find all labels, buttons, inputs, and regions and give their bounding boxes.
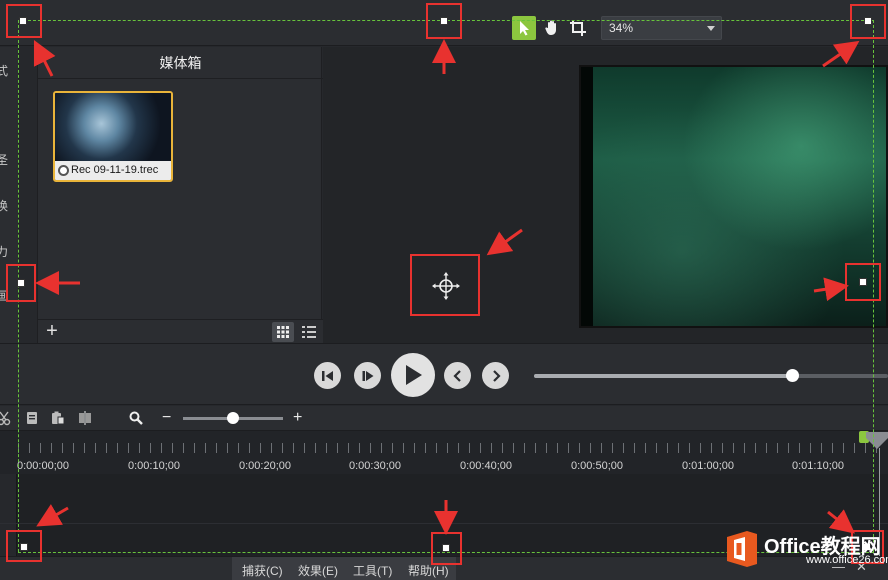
chevron-left-icon: [452, 369, 461, 382]
panel-tab-label[interactable]: 换: [0, 197, 8, 214]
crop-icon: [570, 20, 586, 36]
zoom-search-icon: [129, 411, 143, 425]
clip-thumbnail: [55, 93, 171, 161]
menu-effects[interactable]: 效果(E): [298, 562, 338, 579]
panel-tab-label[interactable]: 式: [0, 62, 8, 79]
scrubber-progress: [534, 374, 793, 378]
move-crosshair-icon[interactable]: [432, 272, 460, 300]
watermark-url: www.office26.com: [806, 554, 888, 566]
annotation-box-top-right: [850, 4, 886, 39]
grid-icon: [277, 326, 289, 338]
step-forward-button[interactable]: [354, 362, 381, 389]
list-view-button[interactable]: [298, 322, 320, 342]
preview-edge: [581, 67, 593, 326]
grid-view-button[interactable]: [272, 322, 294, 342]
split-icon[interactable]: [77, 410, 93, 426]
media-bin-footer: +: [38, 319, 323, 343]
media-bin-panel: 媒体箱 Rec 09-11-19.trec +: [37, 47, 323, 343]
ruler-time-label: 0:00:10;00: [128, 460, 180, 472]
annotation-box-middle-left: [6, 264, 36, 302]
copy-icon[interactable]: [24, 410, 40, 426]
chevron-down-icon: [707, 26, 715, 31]
resize-handle-top-left[interactable]: [19, 17, 27, 25]
panel-tab-label[interactable]: 力: [0, 243, 8, 260]
play-button[interactable]: [391, 353, 435, 397]
playback-controls: [0, 343, 888, 405]
menu-capture[interactable]: 捕获(C): [242, 562, 283, 579]
play-icon: [406, 365, 422, 385]
ruler-time-label: 0:00:40;00: [460, 460, 512, 472]
zoom-in-button[interactable]: +: [293, 408, 302, 428]
video-frame-image: [593, 67, 886, 326]
timeline-toolbar: − +: [0, 406, 888, 430]
annotation-box-middle-right: [845, 263, 881, 301]
canvas-area[interactable]: [323, 47, 888, 343]
ruler-time-label: 0:01:10;00: [792, 460, 844, 472]
ruler-time-label: 0:01:00;00: [682, 460, 734, 472]
annotation-box-top-center: [426, 3, 462, 39]
step-back-button[interactable]: [314, 362, 341, 389]
resize-handle-middle-right[interactable]: [859, 278, 867, 286]
ruler-time-label: 0:00:30;00: [349, 460, 401, 472]
annotation-box-top-left: [6, 4, 42, 38]
step-back-icon: [321, 370, 333, 381]
media-bin-title: 媒体箱: [38, 47, 323, 79]
next-marker-button[interactable]: [482, 362, 509, 389]
resize-handle-bottom-center[interactable]: [442, 544, 450, 552]
annotation-box-bottom-center: [431, 532, 462, 565]
recording-icon: [58, 165, 69, 176]
track-divider: [0, 523, 888, 524]
add-media-button[interactable]: +: [42, 321, 62, 342]
office-logo-icon: [727, 531, 757, 567]
playhead-handle[interactable]: [866, 432, 888, 450]
annotation-box-bottom-left: [6, 530, 42, 562]
ruler-time-label: 0:00:50;00: [571, 460, 623, 472]
resize-handle-top-center[interactable]: [440, 17, 448, 25]
chevron-right-icon: [492, 369, 501, 382]
timeline-ruler[interactable]: 0:00:00;00 0:00:10;00 0:00:20;00 0:00:30…: [0, 430, 888, 474]
media-clip[interactable]: Rec 09-11-19.trec: [53, 91, 173, 182]
scrubber-track[interactable]: [534, 369, 888, 382]
resize-handle-middle-left[interactable]: [17, 279, 25, 287]
video-preview[interactable]: [579, 65, 888, 328]
cut-icon[interactable]: [0, 410, 12, 426]
ruler-ticks: [18, 443, 880, 453]
ruler-time-label: 0:00:20;00: [239, 460, 291, 472]
menu-tools[interactable]: 工具(T): [353, 562, 392, 579]
ruler-time-label: 0:00:00;00: [17, 460, 69, 472]
list-icon: [302, 326, 316, 338]
clip-name: Rec 09-11-19.trec: [71, 164, 159, 176]
resize-handle-bottom-left[interactable]: [20, 543, 28, 551]
paste-icon[interactable]: [50, 410, 66, 426]
timeline-zoom-handle[interactable]: [227, 412, 239, 424]
zoom-level-value: 34%: [609, 21, 634, 35]
previous-marker-button[interactable]: [444, 362, 471, 389]
clip-label-bar: Rec 09-11-19.trec: [55, 161, 171, 180]
annotation-box-center: [410, 254, 480, 316]
step-forward-icon: [362, 370, 373, 381]
panel-tab-label[interactable]: 圣: [0, 151, 8, 168]
zoom-out-button[interactable]: −: [162, 408, 171, 428]
hand-icon: [545, 20, 556, 35]
scrubber-handle[interactable]: [786, 369, 800, 382]
resize-handle-top-right[interactable]: [864, 17, 872, 25]
pointer-icon: [520, 21, 529, 36]
watermark: Office教程网 www.office26.com: [722, 528, 888, 570]
